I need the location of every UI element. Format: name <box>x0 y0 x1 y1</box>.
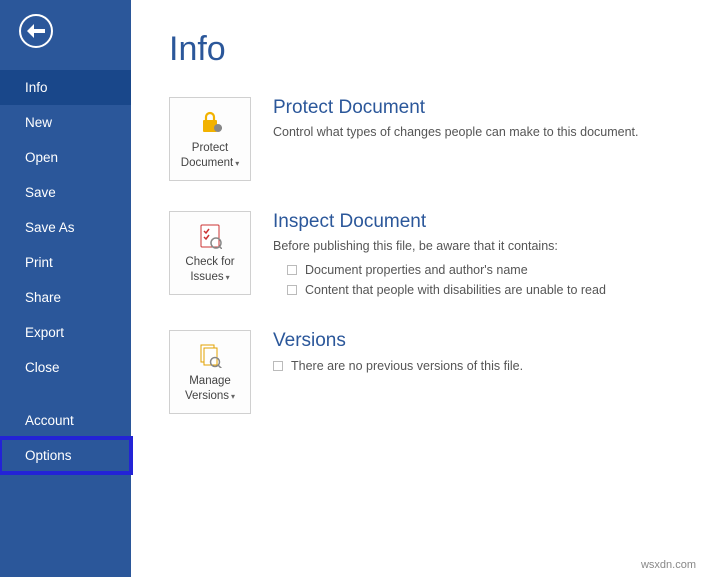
nav-item-save-as[interactable]: Save As <box>0 210 131 245</box>
check-issues-button[interactable]: Check forIssues▾ <box>169 211 251 295</box>
inspect-bullet: Content that people with disabilities ar… <box>273 280 674 300</box>
manage-versions-button[interactable]: ManageVersions▾ <box>169 330 251 414</box>
dropdown-icon: ▾ <box>226 273 230 282</box>
section-protect: ProtectDocument▾ Protect Document Contro… <box>169 97 674 181</box>
dropdown-icon: ▾ <box>231 392 235 401</box>
nav-item-options[interactable]: Options <box>0 438 131 473</box>
bullet-icon <box>287 285 297 295</box>
section-inspect: Check forIssues▾ Inspect Document Before… <box>169 211 674 300</box>
dropdown-icon: ▾ <box>235 159 239 168</box>
protect-title: Protect Document <box>273 97 674 119</box>
sidebar: Info New Open Save Save As Print Share E… <box>0 0 131 577</box>
nav-item-print[interactable]: Print <box>0 245 131 280</box>
versions-title: Versions <box>273 330 674 352</box>
nav-item-export[interactable]: Export <box>0 315 131 350</box>
section-versions: ManageVersions▾ Versions There are no pr… <box>169 330 674 414</box>
nav-item-new[interactable]: New <box>0 105 131 140</box>
main-content: Info ProtectDocument▾ Protect Document C… <box>131 0 704 577</box>
lock-icon <box>197 107 223 137</box>
protect-desc: Control what types of changes people can… <box>273 123 674 142</box>
back-arrow-icon <box>27 24 45 38</box>
page-title: Info <box>169 30 674 69</box>
back-button[interactable] <box>19 14 53 48</box>
nav-item-info[interactable]: Info <box>0 70 131 105</box>
documents-icon <box>197 340 223 370</box>
nav-item-account[interactable]: Account <box>0 403 131 438</box>
bullet-icon <box>273 361 283 371</box>
inspect-bullet: Document properties and author's name <box>273 260 674 280</box>
nav-item-close[interactable]: Close <box>0 350 131 385</box>
nav-item-open[interactable]: Open <box>0 140 131 175</box>
checklist-icon <box>198 221 222 251</box>
nav-item-share[interactable]: Share <box>0 280 131 315</box>
attribution-text: wsxdn.com <box>641 559 696 571</box>
nav-item-save[interactable]: Save <box>0 175 131 210</box>
versions-desc: There are no previous versions of this f… <box>273 356 674 376</box>
inspect-desc: Before publishing this file, be aware th… <box>273 237 674 256</box>
inspect-title: Inspect Document <box>273 211 674 233</box>
nav-main: Info New Open Save Save As Print Share E… <box>0 70 131 473</box>
protect-document-button[interactable]: ProtectDocument▾ <box>169 97 251 181</box>
bullet-icon <box>287 265 297 275</box>
